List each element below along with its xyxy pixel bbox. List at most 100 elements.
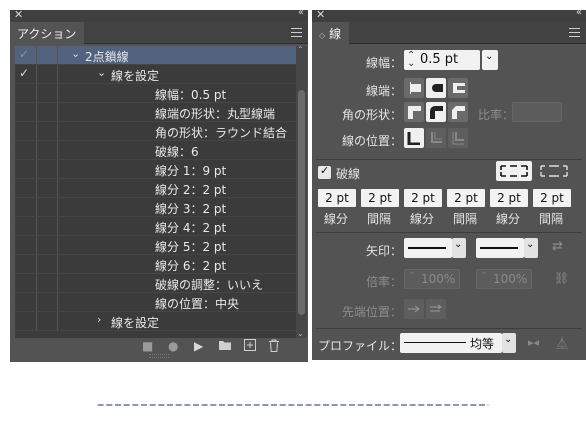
column-divider: [36, 217, 37, 235]
panel-menu-icon[interactable]: [569, 28, 580, 37]
action-item-label: 線端の形状：丸型線端: [155, 107, 276, 121]
column-divider: [36, 103, 37, 121]
close-icon[interactable]: ✕: [316, 8, 325, 21]
bevel-join-button[interactable]: [448, 102, 468, 122]
scrollbar-thumb[interactable]: [298, 90, 305, 315]
projecting-cap-icon: [453, 83, 465, 93]
toggle-item-checkbox[interactable]: ✓: [19, 66, 33, 80]
stepper-icon: ⌃: [480, 271, 489, 282]
tab-stroke-label: 線: [329, 27, 342, 41]
tab-stroke[interactable]: ◇ 線: [312, 22, 350, 44]
expand-chevron-icon[interactable]: ⌄: [97, 66, 106, 79]
weight-input[interactable]: ⌃ ⌄ 0.5 pt: [404, 50, 480, 70]
arrow-align-label: 先端位置：: [342, 305, 403, 319]
new-action-icon[interactable]: [244, 339, 256, 354]
action-list-item[interactable]: 角の形状：ラウンド結合: [15, 122, 296, 141]
dash-input[interactable]: 2 pt: [490, 189, 528, 207]
action-list-item[interactable]: 破線の調整：いいえ: [15, 274, 296, 293]
collapsed-chevron-icon[interactable]: ›: [97, 313, 101, 326]
column-divider: [36, 65, 37, 83]
action-list-item[interactable]: 線分 5：2 pt: [15, 236, 296, 255]
column-divider: [36, 46, 37, 64]
end-arrowhead-select[interactable]: [476, 238, 524, 258]
tab-actions[interactable]: アクション: [10, 22, 85, 44]
action-list-item[interactable]: ✓ ⌄ 線を設定: [15, 65, 296, 84]
column-divider: [57, 122, 58, 140]
chevron-down-icon: ⌄: [504, 334, 513, 345]
action-list-item[interactable]: 線分 4：2 pt: [15, 217, 296, 236]
stroke-panel: ✕ « ◇ 線 線幅： ⌃ ⌄ 0.5 pt ⌄ 線端： 角の形状： 比率： 線の位…: [312, 7, 586, 360]
action-item-label: 線の位置：中央: [155, 297, 240, 311]
action-item-label: 線を設定: [111, 69, 160, 83]
expand-chevron-icon[interactable]: ⌄: [71, 47, 80, 60]
start-arrowhead-dropdown[interactable]: ⌄: [452, 238, 466, 258]
collapse-icon[interactable]: «: [576, 7, 582, 18]
collapse-icon[interactable]: «: [298, 7, 304, 18]
align-outside-icon: [452, 132, 464, 145]
miter-join-button[interactable]: [404, 102, 424, 122]
gap-input[interactable]: 2 pt: [533, 189, 571, 207]
action-list-item[interactable]: 線の位置：中央: [15, 293, 296, 312]
start-arrowhead-select[interactable]: [404, 238, 452, 258]
column-divider: [36, 236, 37, 254]
gap-label: 間隔: [367, 212, 392, 226]
divider: [316, 328, 582, 329]
column-divider: [36, 84, 37, 102]
align-outside-button: [448, 128, 468, 148]
gap-input[interactable]: 2 pt: [447, 189, 485, 207]
projecting-cap-button[interactable]: [448, 78, 468, 98]
panel-menu-icon[interactable]: [291, 28, 302, 37]
round-join-button[interactable]: [426, 102, 446, 122]
dash-adjust-button[interactable]: [536, 161, 572, 181]
arrow-end-icon: [430, 304, 442, 312]
actions-scrollbar[interactable]: ⌃ ⌄: [296, 45, 307, 338]
stop-icon[interactable]: ■: [142, 339, 153, 353]
round-cap-button[interactable]: [426, 78, 446, 98]
action-item-label: 線分 2：2 pt: [155, 183, 227, 197]
action-list-item[interactable]: 線分 6：2 pt: [15, 255, 296, 274]
weight-value: 0.5 pt: [420, 52, 459, 67]
profile-select[interactable]: 均等: [400, 333, 502, 353]
trash-icon[interactable]: [268, 339, 280, 355]
limit-label: 比率：: [478, 108, 515, 122]
action-list-item[interactable]: 線端の形状：丸型線端: [15, 103, 296, 122]
action-list-item[interactable]: › 線を設定: [15, 312, 296, 331]
record-icon[interactable]: ●: [168, 339, 178, 353]
action-item-label: 線分 6：2 pt: [155, 259, 227, 273]
scroll-down-icon[interactable]: ⌄: [297, 329, 304, 338]
dash-input[interactable]: 2 pt: [318, 189, 356, 207]
scroll-up-icon[interactable]: ⌃: [297, 45, 304, 54]
action-list-item[interactable]: 破線：6: [15, 141, 296, 160]
dashed-checkbox[interactable]: ✓: [318, 164, 331, 179]
profile-dropdown[interactable]: ⌄: [502, 333, 516, 353]
dash-exact-button[interactable]: [496, 161, 532, 181]
action-item-label: 2点鎖線: [85, 50, 129, 64]
action-list-item[interactable]: 線幅：0.5 pt: [15, 84, 296, 103]
column-divider: [57, 312, 58, 330]
column-divider: [57, 46, 58, 64]
weight-label: 線幅：: [366, 56, 403, 70]
align-center-icon: [407, 132, 420, 145]
stepper-icon[interactable]: ⌃ ⌄: [407, 51, 415, 69]
align-center-button[interactable]: [404, 128, 424, 148]
play-icon[interactable]: ▶: [194, 339, 203, 353]
action-list-item[interactable]: 線分 3：2 pt: [15, 198, 296, 217]
weight-dropdown-button[interactable]: ⌄: [482, 50, 498, 70]
round-cap-icon: [432, 84, 443, 92]
dash-label: 線分: [324, 212, 349, 226]
folder-icon[interactable]: [218, 339, 232, 354]
dash-input[interactable]: 2 pt: [404, 189, 442, 207]
close-icon[interactable]: ✕: [14, 8, 23, 21]
action-list-item[interactable]: 線分 2：2 pt: [15, 179, 296, 198]
action-list-item[interactable]: 線分 1：9 pt: [15, 160, 296, 179]
column-divider: [57, 293, 58, 311]
scale-label: 倍率：: [366, 275, 403, 289]
resize-grip[interactable]: [149, 354, 169, 358]
dash-adjust-icon: [540, 165, 568, 177]
stroke-tab-bar: ◇ 線: [312, 22, 586, 44]
toggle-item-checkbox[interactable]: ✓: [19, 47, 33, 61]
end-arrowhead-dropdown[interactable]: ⌄: [524, 238, 538, 258]
gap-input[interactable]: 2 pt: [361, 189, 399, 207]
butt-cap-button[interactable]: [404, 78, 424, 98]
action-list-item[interactable]: ✓ ⌄ 2点鎖線: [15, 46, 296, 65]
